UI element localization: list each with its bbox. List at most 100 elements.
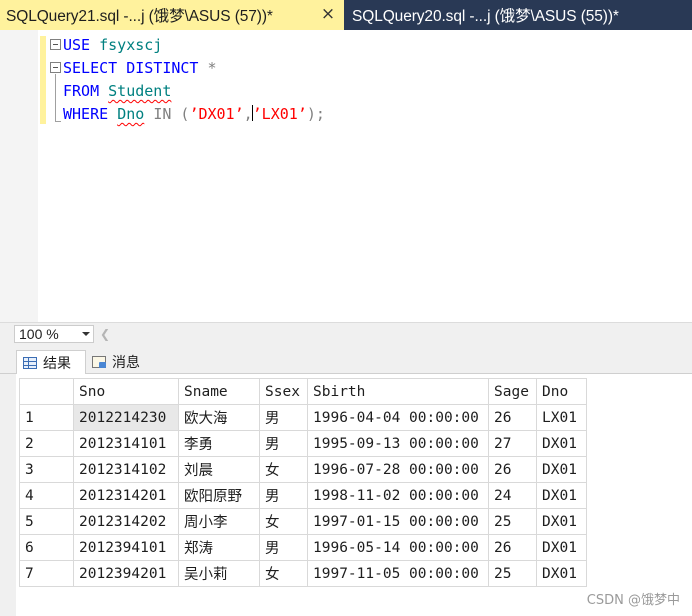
row-number-cell[interactable]: 5 xyxy=(19,508,74,535)
grid-cell[interactable]: 24 xyxy=(488,482,537,509)
document-tab-strip: SQLQuery21.sql -...j (饿梦\ASUS (57))* × S… xyxy=(0,0,692,30)
grid-cell[interactable]: 2012214230 xyxy=(73,404,179,431)
code-token: ); xyxy=(306,105,325,123)
grid-cell[interactable]: DX01 xyxy=(536,430,587,457)
code-token: FROM xyxy=(63,82,100,100)
results-grid-area: Sno Sname Ssex Sbirth Sage Dno 1 2012214230 欧大海… xyxy=(0,374,692,616)
watermark: CSDN @饿梦中 xyxy=(586,593,680,608)
grid-cell[interactable]: 25 xyxy=(488,508,537,535)
grid-cell[interactable]: 1995-09-13 00:00:00 xyxy=(307,430,489,457)
collapse-icon[interactable] xyxy=(50,62,61,73)
grid-cell[interactable]: 26 xyxy=(488,456,537,483)
tab-label: SQLQuery20.sql -...j (饿梦\ASUS (55))* xyxy=(352,8,619,25)
grid-cell[interactable]: 男 xyxy=(259,430,308,457)
grid-cell[interactable]: 欧阳原野 xyxy=(178,482,260,509)
table-row[interactable]: 2 2012314101 李勇男 1995-09-13 00:00:00 27 DX01 xyxy=(19,430,587,457)
grid-cell[interactable]: 1996-04-04 00:00:00 xyxy=(307,404,489,431)
column-header[interactable]: Sage xyxy=(488,378,537,405)
collapse-icon[interactable] xyxy=(50,39,61,50)
column-header[interactable]: Sbirth xyxy=(307,378,489,405)
query-editor[interactable]: USE fsyxscj SELECT DISTINCT * FROM Student… xyxy=(0,30,692,322)
code-token: Student xyxy=(108,82,172,100)
code-token: Dno xyxy=(117,105,145,123)
grid-cell[interactable]: 吴小莉 xyxy=(178,560,260,587)
table-row[interactable]: 7 2012394201 吴小莉女 1997-11-05 00:00:00 25 DX01 xyxy=(19,560,587,587)
grid-cell[interactable]: 李勇 xyxy=(178,430,260,457)
chevron-down-icon[interactable] xyxy=(82,332,90,336)
row-number-cell[interactable]: 4 xyxy=(19,482,74,509)
tab-sqlquery21[interactable]: SQLQuery21.sql -...j (饿梦\ASUS (57))* × xyxy=(0,0,344,30)
results-tab-strip: 结果 消息 xyxy=(0,344,692,374)
table-row[interactable]: 4 2012314201 欧阳原野男 1998-11-02 00:00:00 24 DX0… xyxy=(19,482,587,509)
grid-cell[interactable]: 欧大海 xyxy=(178,404,260,431)
table-row[interactable]: 1 2012214230 欧大海男 1996-04-04 00:00:00 26 LX01 xyxy=(19,404,587,431)
grid-cell[interactable]: 1996-05-14 00:00:00 xyxy=(307,534,489,561)
fold-guide-line xyxy=(55,74,56,122)
grid-cell[interactable]: 2012394201 xyxy=(73,560,179,587)
table-row[interactable]: 6 2012394101 郑涛男 1996-05-14 00:00:00 26 DX01 xyxy=(19,534,587,561)
grid-cell[interactable]: DX01 xyxy=(536,560,587,587)
tab-sqlquery20[interactable]: SQLQuery20.sql -...j (饿梦\ASUS (55))* xyxy=(344,0,692,30)
grid-cell[interactable]: 男 xyxy=(259,482,308,509)
row-number-cell[interactable]: 1 xyxy=(19,404,74,431)
grid-cell[interactable]: DX01 xyxy=(536,508,587,535)
grid-cell[interactable]: 25 xyxy=(488,560,537,587)
grid-cell[interactable]: 女 xyxy=(259,508,308,535)
table-row[interactable]: 5 2012314202 周小李女 1997-01-15 00:00:00 25 DX01 xyxy=(19,508,587,535)
grid-cell[interactable]: 女 xyxy=(259,560,308,587)
grid-cell[interactable]: 2012314201 xyxy=(73,482,179,509)
column-header[interactable]: Sno xyxy=(73,378,179,405)
grid-cell[interactable]: 2012314101 xyxy=(73,430,179,457)
grid-cell[interactable]: 26 xyxy=(488,534,537,561)
grid-cell[interactable]: 27 xyxy=(488,430,537,457)
grid-cell[interactable]: 刘晨 xyxy=(178,456,260,483)
grid-cell[interactable]: 26 xyxy=(488,404,537,431)
code-token: SELECT xyxy=(63,59,118,77)
grid-cell[interactable]: 男 xyxy=(259,534,308,561)
grid-cell[interactable]: 女 xyxy=(259,456,308,483)
row-number-header[interactable] xyxy=(19,378,74,405)
row-number-cell[interactable]: 3 xyxy=(19,456,74,483)
grid-cell[interactable]: 1997-01-15 00:00:00 xyxy=(307,508,489,535)
results-grid[interactable]: Sno Sname Ssex Sbirth Sage Dno 1 2012214230 欧大海… xyxy=(19,378,587,587)
column-header[interactable]: Dno xyxy=(536,378,587,405)
change-tracking-bar xyxy=(40,36,46,124)
grid-cell[interactable]: LX01 xyxy=(536,404,587,431)
zoom-value: 100 % xyxy=(19,326,59,342)
grid-cell[interactable]: 周小李 xyxy=(178,508,260,535)
grid-cell[interactable]: DX01 xyxy=(536,482,587,509)
grid-cell[interactable]: 1997-11-05 00:00:00 xyxy=(307,560,489,587)
code-line: USE fsyxscj xyxy=(63,34,162,57)
grid-cell[interactable]: DX01 xyxy=(536,456,587,483)
column-header[interactable]: Sname xyxy=(178,378,260,405)
tab-results[interactable]: 结果 xyxy=(16,350,86,374)
zoom-bar: 100 % ❮ xyxy=(0,322,692,344)
close-icon[interactable]: × xyxy=(318,4,338,24)
tab-results-label: 结果 xyxy=(43,355,71,372)
grid-cell[interactable]: 2012314102 xyxy=(73,456,179,483)
code-token: * xyxy=(207,59,217,77)
grid-cell[interactable]: 男 xyxy=(259,404,308,431)
grid-cell[interactable]: 2012314202 xyxy=(73,508,179,535)
code-token: IN xyxy=(153,105,172,123)
row-number-cell[interactable]: 2 xyxy=(19,430,74,457)
scroll-left-icon[interactable]: ❮ xyxy=(100,325,112,343)
row-number-cell[interactable]: 6 xyxy=(19,534,74,561)
column-header[interactable]: Ssex xyxy=(259,378,308,405)
code-token: WHERE xyxy=(63,105,109,123)
grid-icon xyxy=(23,356,37,369)
zoom-dropdown[interactable]: 100 % xyxy=(14,325,94,343)
table-row[interactable]: 3 2012314102 刘晨女 1996-07-28 00:00:00 26 DX01 xyxy=(19,456,587,483)
tab-messages[interactable]: 消息 xyxy=(88,350,152,374)
grid-cell[interactable]: 1996-07-28 00:00:00 xyxy=(307,456,489,483)
grid-cell[interactable]: DX01 xyxy=(536,534,587,561)
row-number-cell[interactable]: 7 xyxy=(19,560,74,587)
grid-cell[interactable]: 1998-11-02 00:00:00 xyxy=(307,482,489,509)
grid-cell[interactable]: 郑涛 xyxy=(178,534,260,561)
code-token: ’DX01’ xyxy=(189,105,244,123)
grid-cell[interactable]: 2012394101 xyxy=(73,534,179,561)
